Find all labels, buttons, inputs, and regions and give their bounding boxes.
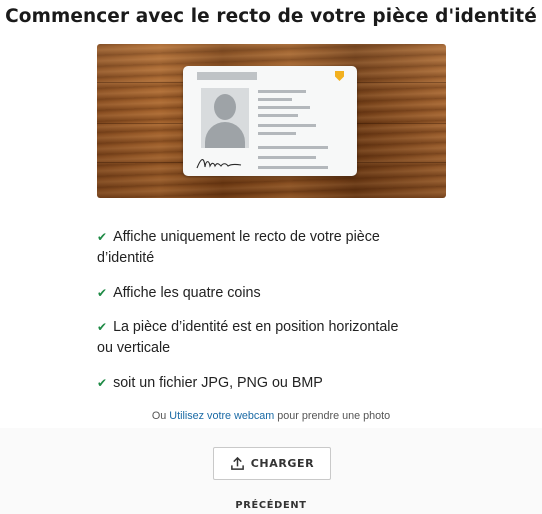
check-icon: ✔ — [97, 376, 108, 390]
list-item: ✔ La pièce d’identité est en position hor… — [97, 319, 399, 356]
portrait-placeholder — [201, 88, 249, 148]
check-icon: ✔ — [97, 320, 108, 334]
upload-button[interactable]: CHARGER — [213, 447, 331, 480]
shield-icon — [335, 71, 344, 81]
webcam-link[interactable]: Utilisez votre webcam — [169, 410, 274, 422]
page-title: Commencer avec le recto de votre pièce d… — [5, 6, 537, 27]
signature-image — [196, 159, 242, 169]
upload-icon — [230, 456, 244, 470]
list-item: ✔ Affiche les quatre coins — [97, 285, 261, 301]
id-card-header-bar — [197, 72, 257, 80]
previous-button[interactable]: PRÉCÉDENT — [0, 500, 542, 511]
webcam-hint: Ou Utilisez votre webcam pour prendre un… — [151, 410, 391, 422]
list-item: ✔ Affiche uniquement le recto de votre pi… — [97, 229, 380, 266]
check-icon: ✔ — [97, 230, 108, 244]
id-card-image — [183, 66, 357, 176]
check-icon: ✔ — [97, 286, 108, 300]
list-item: ✔ soit un fichier JPG, PNG ou BMP — [97, 375, 323, 391]
